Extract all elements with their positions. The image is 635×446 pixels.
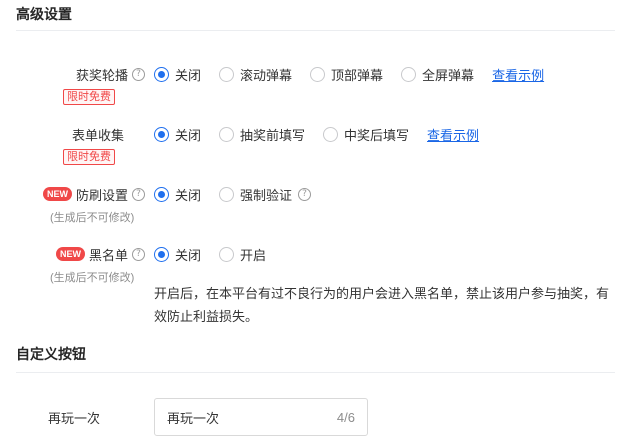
radio-unchecked-icon[interactable] <box>323 126 339 142</box>
radio-unchecked-icon[interactable] <box>219 186 235 202</box>
question-circle-icon[interactable]: ? <box>132 67 145 81</box>
radio-option-fullscreen-danmaku[interactable]: 全屏弹幕 <box>401 65 474 84</box>
radio-group-carousel: 关闭 滚动弹幕 顶部弹幕 全屏弹幕 查看示例 <box>154 64 544 84</box>
radio-option-off[interactable]: 关闭 <box>154 125 201 144</box>
radio-unchecked-icon[interactable] <box>219 246 235 262</box>
label-form-collect: 表单收集 <box>71 127 124 143</box>
question-circle-icon[interactable]: ? <box>132 187 145 201</box>
radio-checked-icon[interactable] <box>154 246 169 262</box>
radio-group-antispam: 关闭 强制验证? <box>154 184 329 204</box>
new-badge: NEW <box>55 247 85 261</box>
radio-unchecked-icon[interactable] <box>219 126 235 142</box>
radio-group-form: 关闭 抽奖前填写 中奖后填写 查看示例 <box>154 124 479 144</box>
free-tag: 限时免费 <box>63 89 115 105</box>
section-title-custom-button: 自定义按钮 <box>16 346 86 362</box>
question-circle-icon[interactable]: ? <box>298 187 312 201</box>
row-label-carousel: 获奖轮播 ? 限时免费 <box>5 64 145 105</box>
char-counter: 4/6 <box>336 409 355 425</box>
radio-unchecked-icon[interactable] <box>310 66 326 82</box>
row-label-antispam: NEW 防刷设置 ? (生成后不可修改) <box>5 184 145 225</box>
radio-option-off[interactable]: 关闭 <box>154 245 201 264</box>
not-editable-note: (生成后不可修改) <box>50 212 135 224</box>
radio-option-off[interactable]: 关闭 <box>154 65 201 84</box>
section-title-advanced: 高级设置 <box>16 6 72 22</box>
question-circle-icon[interactable]: ? <box>132 247 145 261</box>
radio-option-scroll-danmaku[interactable]: 滚动弹幕 <box>219 65 292 84</box>
label-play-again: 再玩一次 <box>48 411 101 426</box>
radio-unchecked-icon[interactable] <box>219 66 235 82</box>
radio-group-blacklist: 关闭 开启 <box>154 244 284 264</box>
play-again-input[interactable]: 再玩一次 4/6 <box>154 398 368 436</box>
radio-checked-icon[interactable] <box>154 66 169 82</box>
not-editable-note: (生成后不可修改) <box>50 272 135 284</box>
radio-option-force-verify[interactable]: 强制验证? <box>219 185 312 204</box>
play-again-input-value[interactable]: 再玩一次 <box>167 408 337 427</box>
divider-advanced <box>16 30 615 31</box>
radio-checked-icon[interactable] <box>154 186 169 202</box>
view-example-link[interactable]: 查看示例 <box>427 125 479 144</box>
radio-option-after-win[interactable]: 中奖后填写 <box>323 125 409 144</box>
label-blacklist: 黑名单 <box>88 247 128 263</box>
radio-checked-icon[interactable] <box>154 126 169 142</box>
radio-option-top-danmaku[interactable]: 顶部弹幕 <box>310 65 383 84</box>
label-award-carousel: 获奖轮播 <box>75 67 128 83</box>
radio-option-on[interactable]: 开启 <box>219 245 266 264</box>
view-example-link[interactable]: 查看示例 <box>492 65 544 84</box>
row-label-blacklist: NEW 黑名单 ? (生成后不可修改) <box>5 244 145 285</box>
free-tag: 限时免费 <box>63 149 115 165</box>
divider-custom-button <box>16 372 615 373</box>
label-antispam: 防刷设置 <box>75 187 128 203</box>
row-label-form: 表单收集 限时免费 <box>5 124 145 165</box>
radio-option-before-draw[interactable]: 抽奖前填写 <box>219 125 305 144</box>
radio-unchecked-icon[interactable] <box>401 66 417 82</box>
new-badge: NEW <box>42 187 72 201</box>
radio-option-off[interactable]: 关闭 <box>154 185 201 204</box>
blacklist-description: 开启后，在本平台有过不良行为的用户会进入黑名单，禁止该用户参与抽奖，有效防止利益… <box>154 286 610 324</box>
